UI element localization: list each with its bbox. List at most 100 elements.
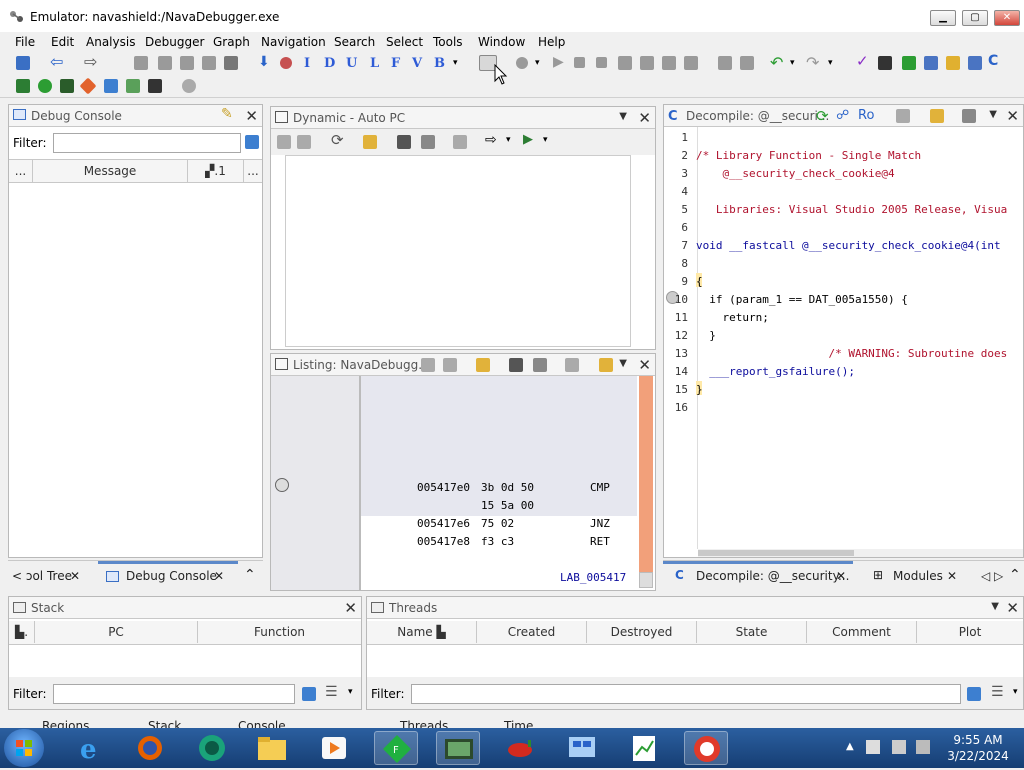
registers-icon[interactable]: [104, 79, 118, 93]
camera-icon[interactable]: [224, 56, 238, 70]
menu-analysis[interactable]: Analysis: [86, 35, 135, 49]
snapshot-icon[interactable]: [962, 109, 976, 123]
tab-time[interactable]: Time: [504, 719, 533, 728]
close-icon[interactable]: ✕: [638, 356, 651, 374]
dragon-app-icon[interactable]: [684, 731, 728, 765]
diff-icon[interactable]: [533, 358, 547, 372]
clock-time[interactable]: 9:55 AM: [938, 733, 1018, 747]
read-only-toggle[interactable]: Ro: [858, 108, 874, 123]
chevron-down-icon[interactable]: ▾: [506, 135, 511, 145]
decompile-code[interactable]: 1 2 /* Library Function - Single Match 3…: [664, 127, 1023, 549]
tray-network-icon[interactable]: [866, 740, 880, 754]
forward-arrow-icon[interactable]: ⇨: [84, 54, 102, 70]
chevron-down-icon[interactable]: ▼: [989, 109, 997, 120]
chevron-down-icon[interactable]: ▾: [348, 687, 353, 697]
redo-icon[interactable]: ↷: [806, 53, 819, 72]
menu-navigation[interactable]: Navigation: [261, 35, 326, 49]
clock-date[interactable]: 3/22/2024: [938, 749, 1018, 763]
maximize-button[interactable]: ▢: [962, 10, 988, 26]
debugger-window-icon[interactable]: [436, 731, 480, 765]
modules-icon[interactable]: [126, 79, 140, 93]
close-icon[interactable]: ✕: [245, 107, 258, 125]
chevron-down-icon[interactable]: ▼: [619, 358, 627, 369]
listing-overview-bar[interactable]: [639, 376, 653, 572]
tab-stack[interactable]: Stack: [148, 719, 181, 728]
undo-icon[interactable]: ↶: [770, 53, 783, 72]
copy-icon[interactable]: [277, 135, 291, 149]
close-icon[interactable]: ✕: [836, 569, 846, 583]
tab-console[interactable]: Console: [238, 719, 286, 728]
filter-options-icon[interactable]: [245, 135, 259, 149]
close-icon[interactable]: ✕: [344, 599, 357, 617]
chevron-down-icon[interactable]: ▾: [828, 58, 833, 68]
listing-mnemonic[interactable]: JNZ: [590, 517, 610, 530]
graph-icon[interactable]: [878, 56, 892, 70]
tab-modules[interactable]: Modules: [893, 569, 943, 583]
media-player-icon[interactable]: [312, 731, 356, 765]
graph-icon[interactable]: ☍: [836, 108, 849, 123]
table-icon[interactable]: [968, 56, 982, 70]
step-over-icon[interactable]: [662, 56, 676, 70]
listing-address[interactable]: 005417e6: [417, 517, 470, 530]
wand-icon[interactable]: ✓: [856, 52, 869, 70]
diamond-icon[interactable]: [79, 77, 97, 95]
chevron-down-icon[interactable]: ▾: [453, 58, 458, 68]
listing-label[interactable]: LAB_005417: [560, 571, 630, 584]
snapshot-icon[interactable]: [453, 135, 467, 149]
folder-icon[interactable]: [946, 56, 960, 70]
close-icon[interactable]: ✕: [214, 569, 224, 583]
tab-decompile[interactable]: Decompile: @__security...: [696, 569, 849, 583]
menu-file[interactable]: File: [15, 35, 35, 49]
function-nav-icon[interactable]: F: [391, 56, 400, 71]
column-dots-2[interactable]: ...: [244, 160, 262, 182]
stop-red-icon[interactable]: [280, 57, 292, 69]
column-destroyed[interactable]: Destroyed: [587, 621, 697, 643]
tab-regions[interactable]: Regions: [42, 719, 89, 728]
undefined-nav-icon[interactable]: U: [346, 56, 357, 71]
memory-icon[interactable]: [60, 79, 74, 93]
chat-app-icon[interactable]: [190, 731, 234, 765]
format-icon[interactable]: [397, 135, 411, 149]
watch-icon[interactable]: [182, 79, 196, 93]
pause-icon[interactable]: [574, 57, 585, 68]
export-icon[interactable]: [902, 56, 916, 70]
ghidra-frontend-icon[interactable]: F: [374, 731, 418, 765]
snapshot-icon[interactable]: [565, 358, 579, 372]
column-message[interactable]: Message: [33, 160, 188, 182]
diff-icon[interactable]: [421, 135, 435, 149]
listing-mnemonic[interactable]: RET: [590, 535, 610, 548]
listing-address[interactable]: 005417e8: [417, 535, 470, 548]
window-icon[interactable]: [924, 56, 938, 70]
tab-threads[interactable]: Threads: [400, 719, 448, 728]
down-arrow-icon[interactable]: ⬇: [258, 55, 272, 70]
menu-debugger[interactable]: Debugger: [145, 35, 204, 49]
cursor-highlight-icon[interactable]: [363, 135, 377, 149]
chevron-down-icon[interactable]: ▾: [1013, 687, 1018, 697]
cursor-highlight-icon[interactable]: [476, 358, 490, 372]
column-created[interactable]: Created: [477, 621, 587, 643]
chevron-down-icon[interactable]: ▾: [790, 58, 795, 68]
resume-icon[interactable]: ▶: [553, 54, 564, 70]
tray-volume-icon[interactable]: [916, 740, 930, 754]
close-icon[interactable]: ✕: [638, 109, 651, 127]
bookmark-prev-icon[interactable]: [158, 56, 172, 70]
chevron-down-icon[interactable]: ▾: [543, 135, 548, 145]
edit-icon[interactable]: [930, 109, 944, 123]
field-icon[interactable]: [599, 358, 613, 372]
more-tabs-icon[interactable]: ◁ ▷: [981, 569, 1003, 583]
column-pc[interactable]: PC: [35, 621, 198, 643]
chevron-up-icon[interactable]: ⌃: [1009, 567, 1021, 583]
disconnect-icon[interactable]: [618, 56, 632, 70]
console-filter-input[interactable]: [53, 133, 241, 153]
scrollbar-end[interactable]: [639, 572, 653, 588]
menu-window[interactable]: Window: [478, 35, 525, 49]
column-name[interactable]: Name ▙: [367, 621, 477, 643]
paste-icon[interactable]: [297, 135, 311, 149]
close-icon[interactable]: ✕: [70, 569, 80, 583]
menu-search[interactable]: Search: [334, 35, 375, 49]
close-icon[interactable]: ✕: [1006, 599, 1019, 617]
copy-icon[interactable]: [202, 56, 216, 70]
refresh-icon[interactable]: ⟳: [816, 107, 829, 125]
menu-help[interactable]: Help: [538, 35, 565, 49]
tab-debug-console[interactable]: Debug Console: [126, 569, 217, 583]
